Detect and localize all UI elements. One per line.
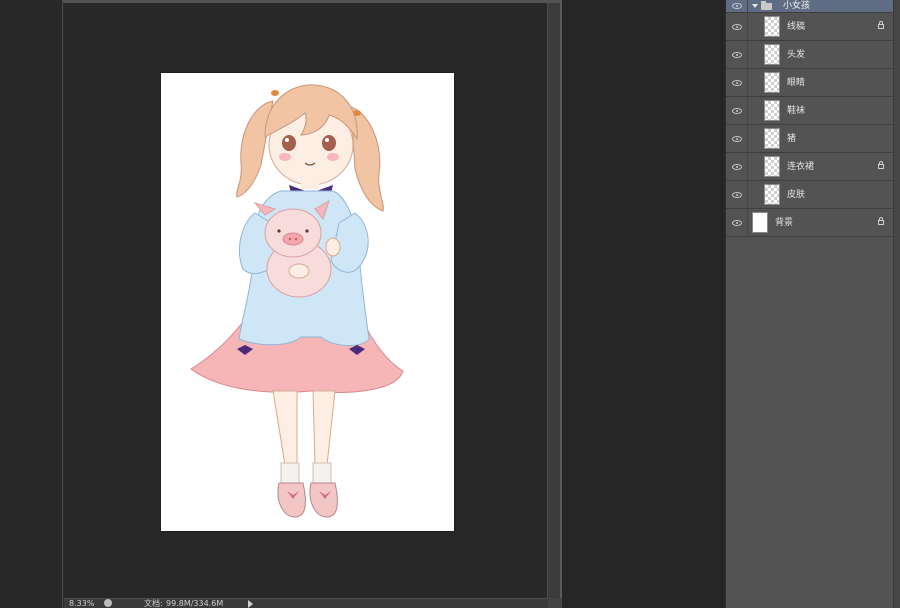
layers-list: 小女孩 线稿 头发 眼睛 鞋袜 猪 连衣裙 皮肤 背景 [726, 0, 894, 237]
sock-left [280, 462, 300, 484]
eye-icon[interactable] [732, 163, 742, 170]
layer-thumbnail [764, 184, 780, 205]
layer-thumbnail [764, 100, 780, 121]
leg-right [312, 390, 336, 466]
eye-left [282, 135, 296, 151]
visibility-toggle[interactable] [726, 41, 748, 68]
shoe-right [309, 482, 338, 518]
hair-tie-left [271, 90, 279, 96]
lock-icon [878, 217, 884, 225]
eye-icon[interactable] [732, 135, 742, 142]
caret-down-icon[interactable] [752, 4, 758, 8]
layer-thumbnail [764, 156, 780, 177]
layer-thumbnail [764, 16, 780, 37]
document-size-label: 文档: [144, 599, 163, 608]
layer-name: 头发 [787, 50, 806, 60]
layer-name: 线稿 [787, 22, 806, 32]
layer-name: 皮肤 [787, 190, 806, 200]
folder-icon [761, 1, 772, 10]
canvas-area[interactable] [64, 3, 548, 598]
eye-icon[interactable] [732, 51, 742, 58]
layer-thumbnail [764, 72, 780, 93]
visibility-toggle[interactable] [726, 13, 748, 40]
hair-left-pigtail [236, 100, 274, 198]
layer-row[interactable]: 鞋袜 [726, 97, 894, 125]
layer-name: 背景 [775, 218, 794, 228]
layer-row[interactable]: 眼睛 [726, 69, 894, 97]
visibility-toggle[interactable] [726, 181, 748, 208]
left-toolbar-strip [0, 0, 63, 608]
layer-row[interactable]: 连衣裙 [726, 153, 894, 181]
layer-thumbnail [764, 44, 780, 65]
group-name: 小女孩 [783, 1, 811, 11]
pig-snout [282, 232, 304, 246]
eye-icon[interactable] [732, 107, 742, 114]
layer-group-row[interactable]: 小女孩 [726, 0, 894, 13]
layer-name: 眼睛 [787, 78, 806, 88]
lock-icon [878, 161, 884, 169]
visibility-toggle[interactable] [726, 209, 748, 236]
layer-name: 鞋袜 [787, 106, 806, 116]
layer-name: 连衣裙 [787, 162, 815, 172]
workspace-background [562, 0, 725, 608]
eye-right [322, 135, 336, 151]
document-size-value: 99.8M/334.6M [166, 599, 224, 608]
blush-left [279, 153, 291, 161]
eye-icon[interactable] [732, 23, 742, 30]
layers-panel: 小女孩 线稿 头发 眼睛 鞋袜 猪 连衣裙 皮肤 背景 [725, 0, 900, 608]
illustration-girl-with-pig [190, 84, 404, 518]
eye-icon[interactable] [732, 3, 742, 9]
scroll-corner [548, 598, 562, 608]
hand-left [288, 263, 310, 279]
zoom-level[interactable]: 8.33% [69, 599, 94, 608]
lock-icon [878, 21, 884, 29]
layer-thumbnail [752, 212, 768, 233]
status-bar: 8.33% 文档: 99.8M/334.6M [64, 598, 562, 608]
sock-right [312, 462, 332, 484]
visibility-toggle[interactable] [726, 69, 748, 96]
layer-row[interactable]: 头发 [726, 41, 894, 69]
document-canvas[interactable] [161, 73, 454, 531]
layer-row[interactable]: 猪 [726, 125, 894, 153]
blush-right [327, 153, 339, 161]
eye-icon[interactable] [732, 191, 742, 198]
layer-row[interactable]: 皮肤 [726, 181, 894, 209]
layer-name: 猪 [787, 134, 797, 144]
hand-right [325, 237, 341, 257]
eye-icon[interactable] [732, 79, 742, 86]
document-window: 8.33% 文档: 99.8M/334.6M [62, 0, 562, 608]
visibility-toggle[interactable] [726, 97, 748, 124]
visibility-toggle[interactable] [726, 153, 748, 180]
status-info-icon[interactable] [104, 599, 112, 607]
visibility-toggle[interactable] [726, 0, 748, 12]
layer-row[interactable]: 线稿 [726, 13, 894, 41]
leg-left [272, 390, 298, 466]
shoe-left [277, 482, 306, 518]
vertical-scrollbar[interactable] [547, 3, 560, 598]
background-layer-row[interactable]: 背景 [726, 209, 894, 237]
layer-thumbnail [764, 128, 780, 149]
visibility-toggle[interactable] [726, 125, 748, 152]
panel-scrollbar[interactable] [893, 0, 900, 608]
eye-icon[interactable] [732, 219, 742, 226]
status-menu-arrow-icon[interactable] [248, 600, 253, 608]
